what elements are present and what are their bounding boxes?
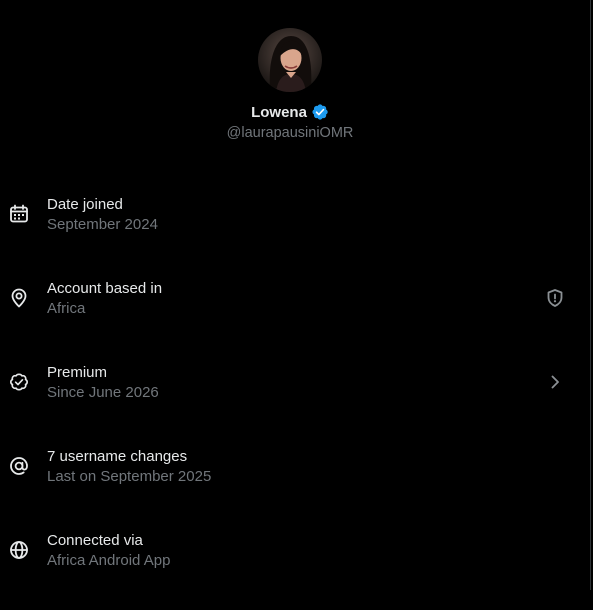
calendar-icon bbox=[9, 204, 29, 224]
row-subtitle: Africa bbox=[47, 300, 86, 317]
globe-icon bbox=[9, 540, 29, 560]
avatar[interactable] bbox=[258, 28, 322, 92]
date-joined-row: Date joined September 2024 bbox=[0, 190, 580, 274]
row-subtitle: September 2024 bbox=[47, 216, 158, 233]
row-title: Account based in bbox=[47, 280, 163, 297]
page-right-border bbox=[590, 0, 591, 590]
row-title: Date joined bbox=[47, 196, 123, 213]
connected-via-row: Connected via Africa Android App bbox=[0, 526, 580, 610]
shield-alert-icon[interactable] bbox=[545, 288, 565, 308]
name-row: Lowena bbox=[0, 102, 580, 122]
verified-badge-icon bbox=[9, 372, 29, 392]
account-based-in-row: Account based in Africa bbox=[0, 274, 580, 358]
profile-header: Lowena @laurapausiniOMR bbox=[0, 28, 580, 141]
row-title: 7 username changes bbox=[47, 448, 188, 465]
row-title: Connected via bbox=[47, 532, 143, 549]
row-subtitle: Africa Android App bbox=[47, 552, 171, 569]
at-sign-icon bbox=[9, 456, 29, 476]
display-name: Lowena bbox=[251, 103, 307, 121]
location-pin-icon bbox=[9, 288, 29, 308]
account-info-list: Date joined September 2024 Account based… bbox=[0, 190, 580, 610]
premium-row[interactable]: Premium Since June 2026 bbox=[0, 358, 580, 442]
row-title: Premium bbox=[47, 364, 108, 381]
row-subtitle: Last on September 2025 bbox=[47, 468, 212, 485]
username-handle: @laurapausiniOMR bbox=[226, 125, 354, 141]
username-changes-row: 7 username changes Last on September 202… bbox=[0, 442, 580, 526]
verified-icon bbox=[311, 103, 329, 121]
row-subtitle: Since June 2026 bbox=[47, 384, 159, 401]
chevron-right-icon[interactable] bbox=[545, 372, 565, 392]
